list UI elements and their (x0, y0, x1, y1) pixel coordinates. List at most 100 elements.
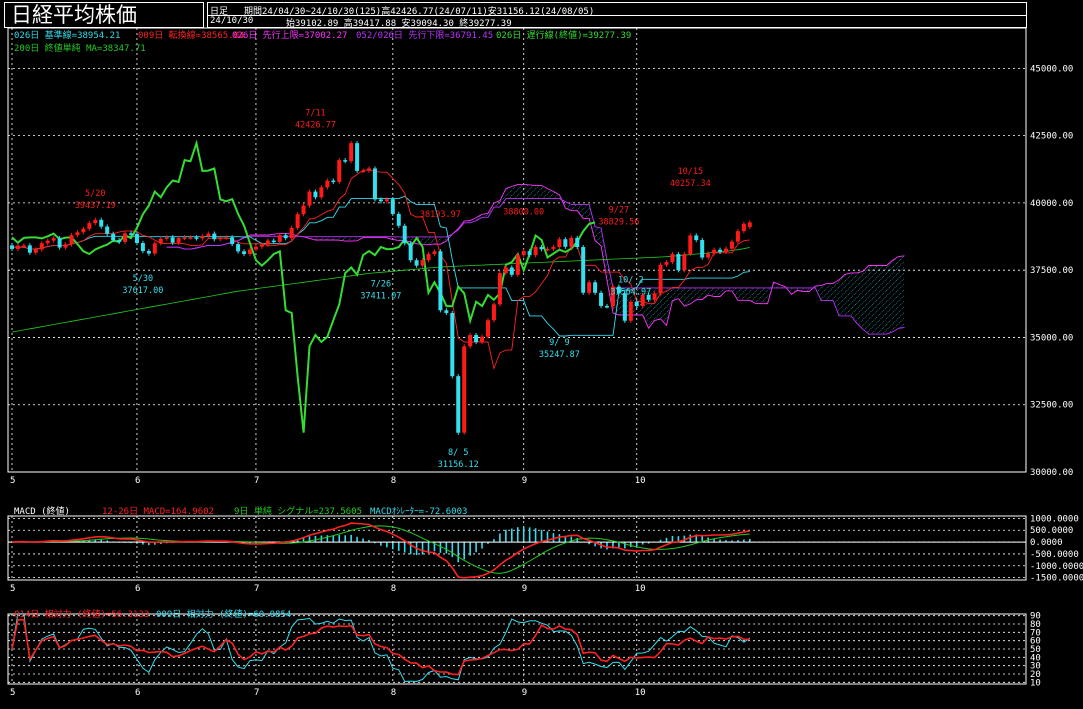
candle-body (658, 264, 663, 294)
candle-body (634, 301, 639, 306)
candle-body (75, 232, 80, 236)
month-label: 9 (522, 476, 527, 486)
candle-body (414, 260, 419, 266)
annotation-date: 9/27 (609, 205, 629, 215)
candle-body (444, 310, 449, 313)
month-label: 10 (635, 476, 646, 486)
rsi-panel: 9080706050403020105 6 7 8 9 10 (7, 612, 1041, 698)
chikou-line (11, 139, 596, 433)
candle-body (325, 180, 330, 188)
candle-body (539, 247, 544, 250)
month-label: 5 (10, 584, 15, 594)
month-label: 9 (522, 584, 527, 594)
candle-body (688, 235, 693, 255)
candle-body (81, 228, 86, 233)
month-label: 8 (391, 584, 396, 594)
annotation-date: 8/ 5 (448, 448, 468, 458)
candle-body (301, 205, 306, 215)
macd-ytick-label: 0.0000 (1030, 538, 1063, 548)
candle-body (105, 226, 110, 234)
candle-body (271, 240, 276, 243)
macd-frame (7, 515, 1027, 581)
annotation-date: 10/15 (678, 167, 704, 177)
candle-body (63, 244, 68, 248)
candle-body (426, 254, 431, 261)
candle-body (390, 199, 395, 214)
candle-body (408, 243, 413, 261)
month-label: 5 (10, 688, 15, 698)
candle-body (450, 312, 455, 377)
candle-body (527, 251, 532, 256)
annotation-date: 5/20 (85, 189, 105, 199)
macd-ytick-label: -500.0000 (1030, 550, 1079, 560)
signal-line (11, 525, 750, 574)
candle-body (384, 199, 389, 202)
annotation-value: 40257.34 (670, 179, 711, 189)
candle-body (134, 233, 139, 244)
month-label: 6 (135, 688, 140, 698)
candle-body (93, 219, 98, 224)
candle-body (253, 246, 258, 250)
legend-macd-line: 12-26日 MACD=164.9602 (102, 506, 214, 517)
candle-body (206, 233, 211, 237)
candle-body (283, 235, 288, 239)
candle-body (372, 168, 377, 200)
legend-rsi14: 014日 相対力 (終値)=56.3133 (14, 608, 149, 620)
month-label: 7 (254, 584, 259, 594)
annotation-date: 9/ 9 (549, 338, 569, 348)
candle-body (51, 238, 56, 241)
annotation-date: 7/11 (305, 109, 325, 119)
legend-ma200: 200日 終値単純 MA=38347.71 (14, 42, 146, 54)
candle-body (676, 254, 681, 271)
candle-body (21, 245, 26, 247)
candle-body (569, 237, 574, 247)
month-label: 6 (135, 476, 140, 486)
candle-body (622, 293, 627, 321)
candle-body (474, 335, 479, 343)
macd-panel: 1000.0000 500.0000 0.0000 -500.0000 -1000.00… (7, 514, 1083, 594)
annotation-date: 10/ 2 (618, 275, 644, 285)
candle-body (497, 273, 502, 305)
annotation-value: 31156.12 (438, 460, 479, 470)
candle-body (33, 249, 38, 253)
candle-body (331, 180, 336, 183)
candle-body (664, 262, 669, 265)
candle-body (551, 247, 556, 249)
candle-body (200, 236, 205, 239)
candle-body (378, 199, 383, 202)
month-label: 10 (635, 688, 646, 698)
candle-body (15, 245, 20, 249)
candle-body (355, 143, 360, 171)
month-label: 5 (10, 476, 15, 486)
candle-body (593, 282, 598, 293)
price-ytick-label: 40000.00 (1030, 199, 1073, 209)
macd-ytick-label: -1000.0000 (1030, 562, 1083, 572)
price-ytick-label: 30000.00 (1030, 468, 1073, 478)
candle-body (39, 243, 44, 250)
rsi-ytick-label: 10 (1030, 678, 1041, 688)
candle-body (146, 251, 151, 254)
candle-body (45, 240, 50, 244)
candle-body (402, 225, 407, 244)
candle-body (747, 222, 752, 228)
candle-body (587, 282, 592, 293)
candle-body (521, 251, 526, 256)
candle-body (313, 191, 318, 198)
annotation-value: 38800.00 (503, 207, 544, 217)
month-label: 8 (391, 476, 396, 486)
macd-ytick-label: 1000.0000 (1030, 514, 1079, 524)
candle-body (158, 238, 163, 244)
candle-body (480, 336, 485, 343)
candle-body (319, 187, 324, 198)
candle-body (259, 244, 264, 247)
candle-body (599, 292, 604, 306)
candle-body (670, 254, 675, 263)
candle-body (718, 249, 723, 252)
month-label: 7 (254, 476, 259, 486)
candle-body (194, 237, 199, 239)
legend-chikou: 026日 遅行線(終値)=39277.39 (496, 29, 631, 41)
candle-body (361, 170, 366, 173)
candle-body (212, 233, 217, 240)
price-ytick-label: 35000.00 (1030, 333, 1073, 343)
candle-body (69, 235, 74, 245)
